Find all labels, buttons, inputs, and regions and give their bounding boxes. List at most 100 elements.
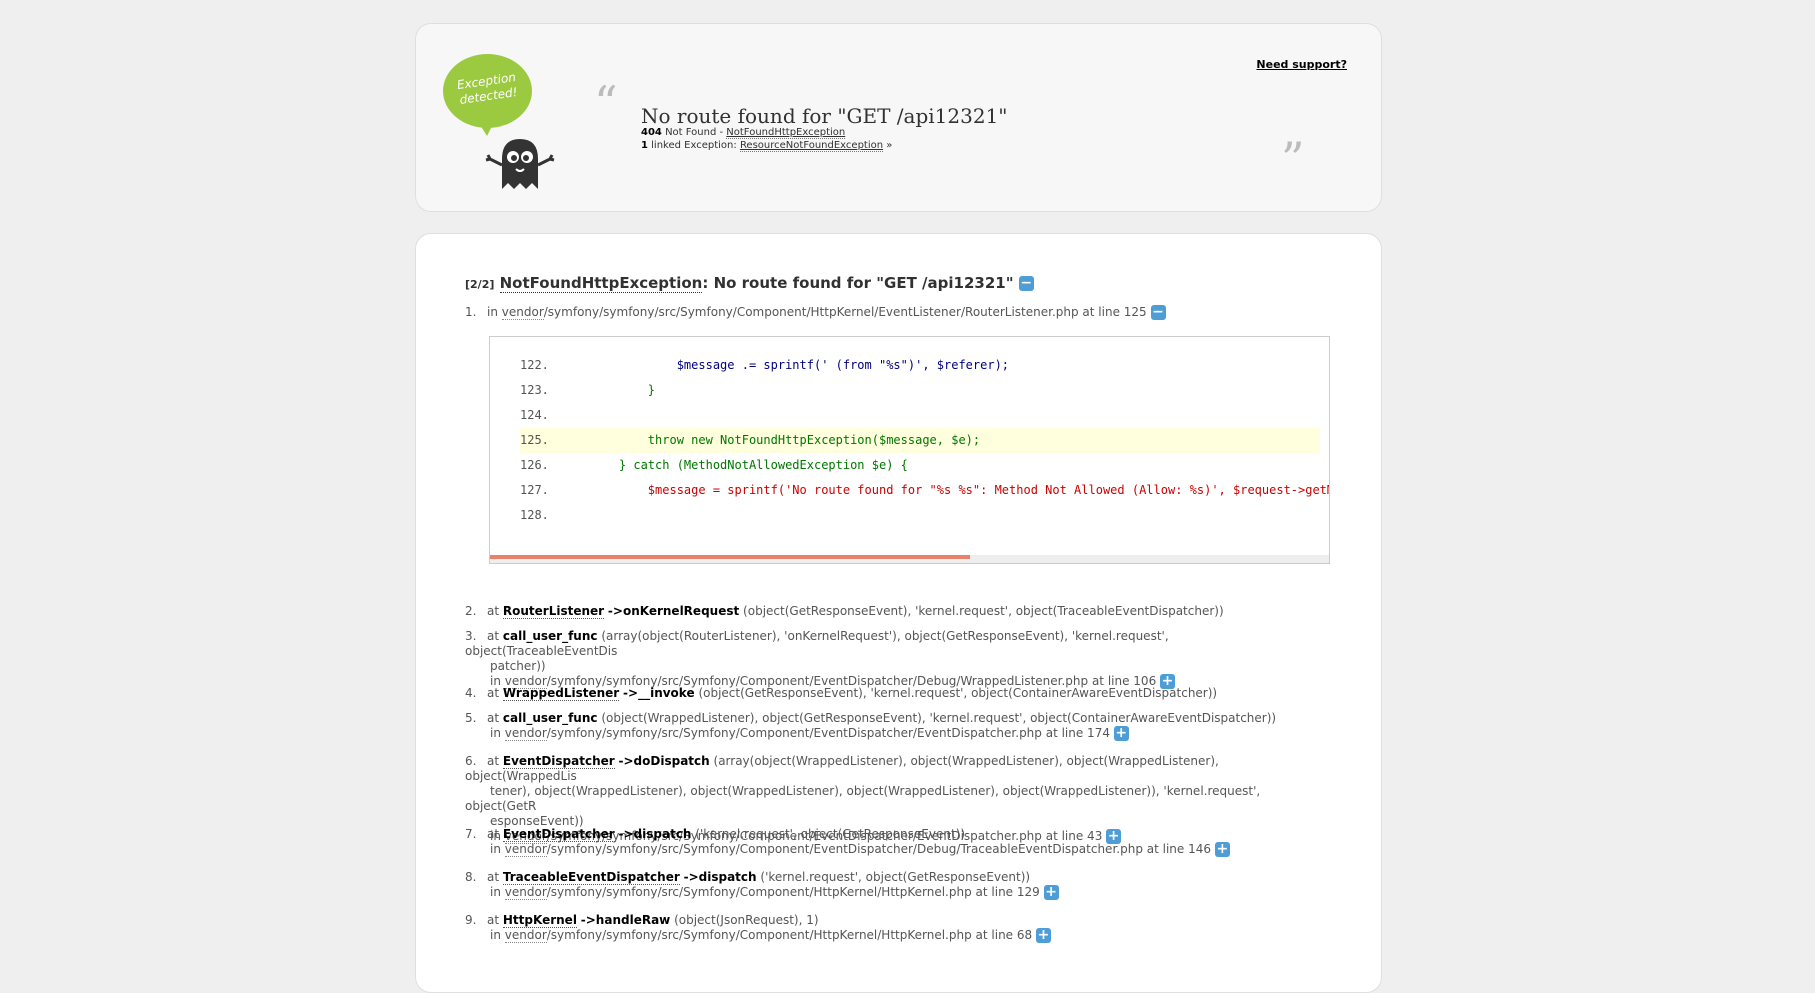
trace-item: 8. at TraceableEventDispatcher ->dispatch… [465, 870, 1059, 900]
trace-class[interactable]: TraceableEventDispatcher [502, 870, 680, 885]
line-number: 124. [520, 408, 549, 422]
trace-prefix: at [487, 913, 500, 927]
trace-item: 2. at RouterListener ->onKernelRequest (o… [465, 604, 1315, 619]
scrollbar-thumb[interactable] [490, 555, 970, 559]
trace-class[interactable]: HttpKernel [502, 913, 577, 928]
code-line: 127. $message = sprintf('No route found … [520, 478, 1329, 503]
exception-counter: [2/2] [465, 278, 495, 291]
exception-class[interactable]: NotFoundHttpException [499, 274, 703, 293]
expand-source-button[interactable]: + [1043, 885, 1059, 900]
exception-class-link[interactable]: NotFoundHttpException [726, 127, 846, 139]
code-text: } catch (MethodNotAllowedException $e) { [590, 458, 908, 472]
highlighted-code-line: 125. throw new NotFoundHttpException($me… [520, 428, 1320, 453]
code-text: $message = sprintf('No route found for "… [590, 483, 1330, 497]
trace-args: ('kernel.request', object(GetResponseEve… [760, 870, 1031, 884]
header-panel: Exception detected! “ ” Need support? No… [415, 23, 1382, 212]
need-support-link[interactable]: Need support? [1256, 58, 1347, 71]
linked-exception-line: 1 linked Exception: ResourceNotFoundExce… [641, 140, 892, 152]
trace-path: /symfony/symfony/src/Symfony/Component/E… [546, 726, 1110, 740]
vendor-link[interactable]: vendor [504, 885, 547, 900]
trace-class[interactable]: EventDispatcher [502, 827, 615, 842]
trace-class[interactable]: RouterListener [502, 604, 605, 619]
trace-args-cont: patcher)) [490, 659, 546, 673]
exception-message: : No route found for "GET /api12321" [702, 274, 1014, 292]
trace-number: 3. [465, 629, 477, 643]
trace-number: 7. [465, 827, 477, 841]
line-number: 123. [520, 383, 549, 397]
trace-args: ('kernel.request', object(GetResponseEve… [695, 827, 966, 841]
close-quote-icon: ” [1281, 132, 1305, 186]
trace-item: 5. at call_user_func (object(WrappedListe… [465, 711, 1277, 741]
source-code-box[interactable]: 122. $message .= sprintf(' (from "%s")',… [489, 336, 1330, 564]
linked-exception-link[interactable]: ResourceNotFoundException [739, 140, 884, 152]
bubble-text: Exception detected! [456, 70, 519, 107]
trace-function: ->dispatch [618, 827, 692, 841]
trace-class[interactable]: WrappedListener [502, 686, 620, 701]
trace-prefix: at [487, 711, 500, 725]
code-line: 122. $message .= sprintf(' (from "%s")',… [520, 353, 1320, 378]
exception-title: [2/2] NotFoundHttpException: No route fo… [465, 274, 1034, 293]
trace-args: (object(GetResponseEvent), 'kernel.reque… [698, 686, 1218, 700]
trace-number: 8. [465, 870, 477, 884]
trace-function: call_user_func [502, 629, 598, 643]
trace-path: /symfony/symfony/src/Symfony/Component/E… [546, 842, 1211, 856]
code-text: } [590, 383, 656, 397]
status-code: 404 [641, 127, 662, 138]
trace-args-cont: esponseEvent)) [490, 814, 584, 828]
trace-path: /symfony/symfony/src/Symfony/Component/H… [546, 928, 1033, 942]
trace-prefix: in [487, 305, 498, 319]
code-line: 123. } [520, 378, 1320, 403]
trace-number: 5. [465, 711, 477, 725]
line-number: 128. [520, 508, 549, 522]
trace-prefix: at [487, 754, 500, 768]
expand-source-button[interactable]: + [1035, 928, 1051, 943]
trace-prefix: at [487, 870, 500, 884]
trace-function: ->dispatch [683, 870, 757, 884]
code-text: throw new NotFoundHttpException($message… [590, 433, 981, 447]
collapse-exception-button[interactable]: − [1018, 276, 1034, 291]
trace-prefix: at [487, 604, 500, 618]
trace-item: 9. at HttpKernel ->handleRaw (object(Json… [465, 913, 1051, 943]
horizontal-scrollbar[interactable] [490, 555, 1329, 563]
trace-number: 9. [465, 913, 477, 927]
linked-count: 1 [641, 140, 648, 151]
trace-function: ->__invoke [623, 686, 695, 700]
trace-args: (object(GetResponseEvent), 'kernel.reque… [743, 604, 1224, 618]
trace-function: ->doDispatch [618, 754, 710, 768]
trace-item: 7. at EventDispatcher ->dispatch ('kernel… [465, 827, 1230, 857]
linked-arrow[interactable]: » [886, 140, 892, 151]
trace-item: 4. at WrappedListener ->__invoke (object(… [465, 686, 1315, 701]
vendor-link[interactable]: vendor [504, 928, 547, 943]
collapse-source-button[interactable]: − [1150, 305, 1166, 320]
page-title: No route found for "GET /api12321" [641, 104, 1008, 128]
status-text: Not Found - [665, 127, 724, 138]
open-quote-icon: “ [594, 76, 618, 130]
trace-prefix: at [487, 686, 500, 700]
expand-source-button[interactable]: + [1113, 726, 1129, 741]
trace-function: call_user_func [502, 711, 598, 725]
trace-function: ->handleRaw [580, 913, 671, 927]
trace-path: /symfony/symfony/src/Symfony/Component/H… [543, 305, 1147, 319]
vendor-link[interactable]: vendor [501, 305, 544, 320]
trace-args-cont: tener), object(WrappedListener), object(… [465, 784, 1261, 813]
exception-bubble: Exception detected! [443, 54, 532, 136]
trace-item: 3. at call_user_func (array(object(Router… [465, 629, 1176, 689]
trace-prefix: at [487, 629, 500, 643]
trace-args: (object(WrappedListener), object(GetResp… [601, 711, 1277, 725]
vendor-link[interactable]: vendor [504, 842, 547, 857]
trace-args: (object(JsonRequest), 1) [674, 913, 819, 927]
vendor-link[interactable]: vendor [504, 726, 547, 741]
line-number: 126. [520, 458, 549, 472]
trace-number: 4. [465, 686, 477, 700]
trace-number: 6. [465, 754, 477, 768]
trace-number: 1. [465, 305, 477, 319]
trace-number: 2. [465, 604, 477, 618]
main-panel: [2/2] NotFoundHttpException: No route fo… [415, 233, 1382, 993]
trace-prefix: at [487, 827, 500, 841]
trace-class[interactable]: EventDispatcher [502, 754, 615, 769]
line-number: 125. [520, 433, 549, 447]
ghost-mascot-icon [485, 139, 555, 189]
expand-source-button[interactable]: + [1214, 842, 1230, 857]
linked-label: linked Exception: [651, 140, 737, 151]
code-text: $message .= sprintf(' (from "%s")', $ref… [590, 358, 1010, 372]
